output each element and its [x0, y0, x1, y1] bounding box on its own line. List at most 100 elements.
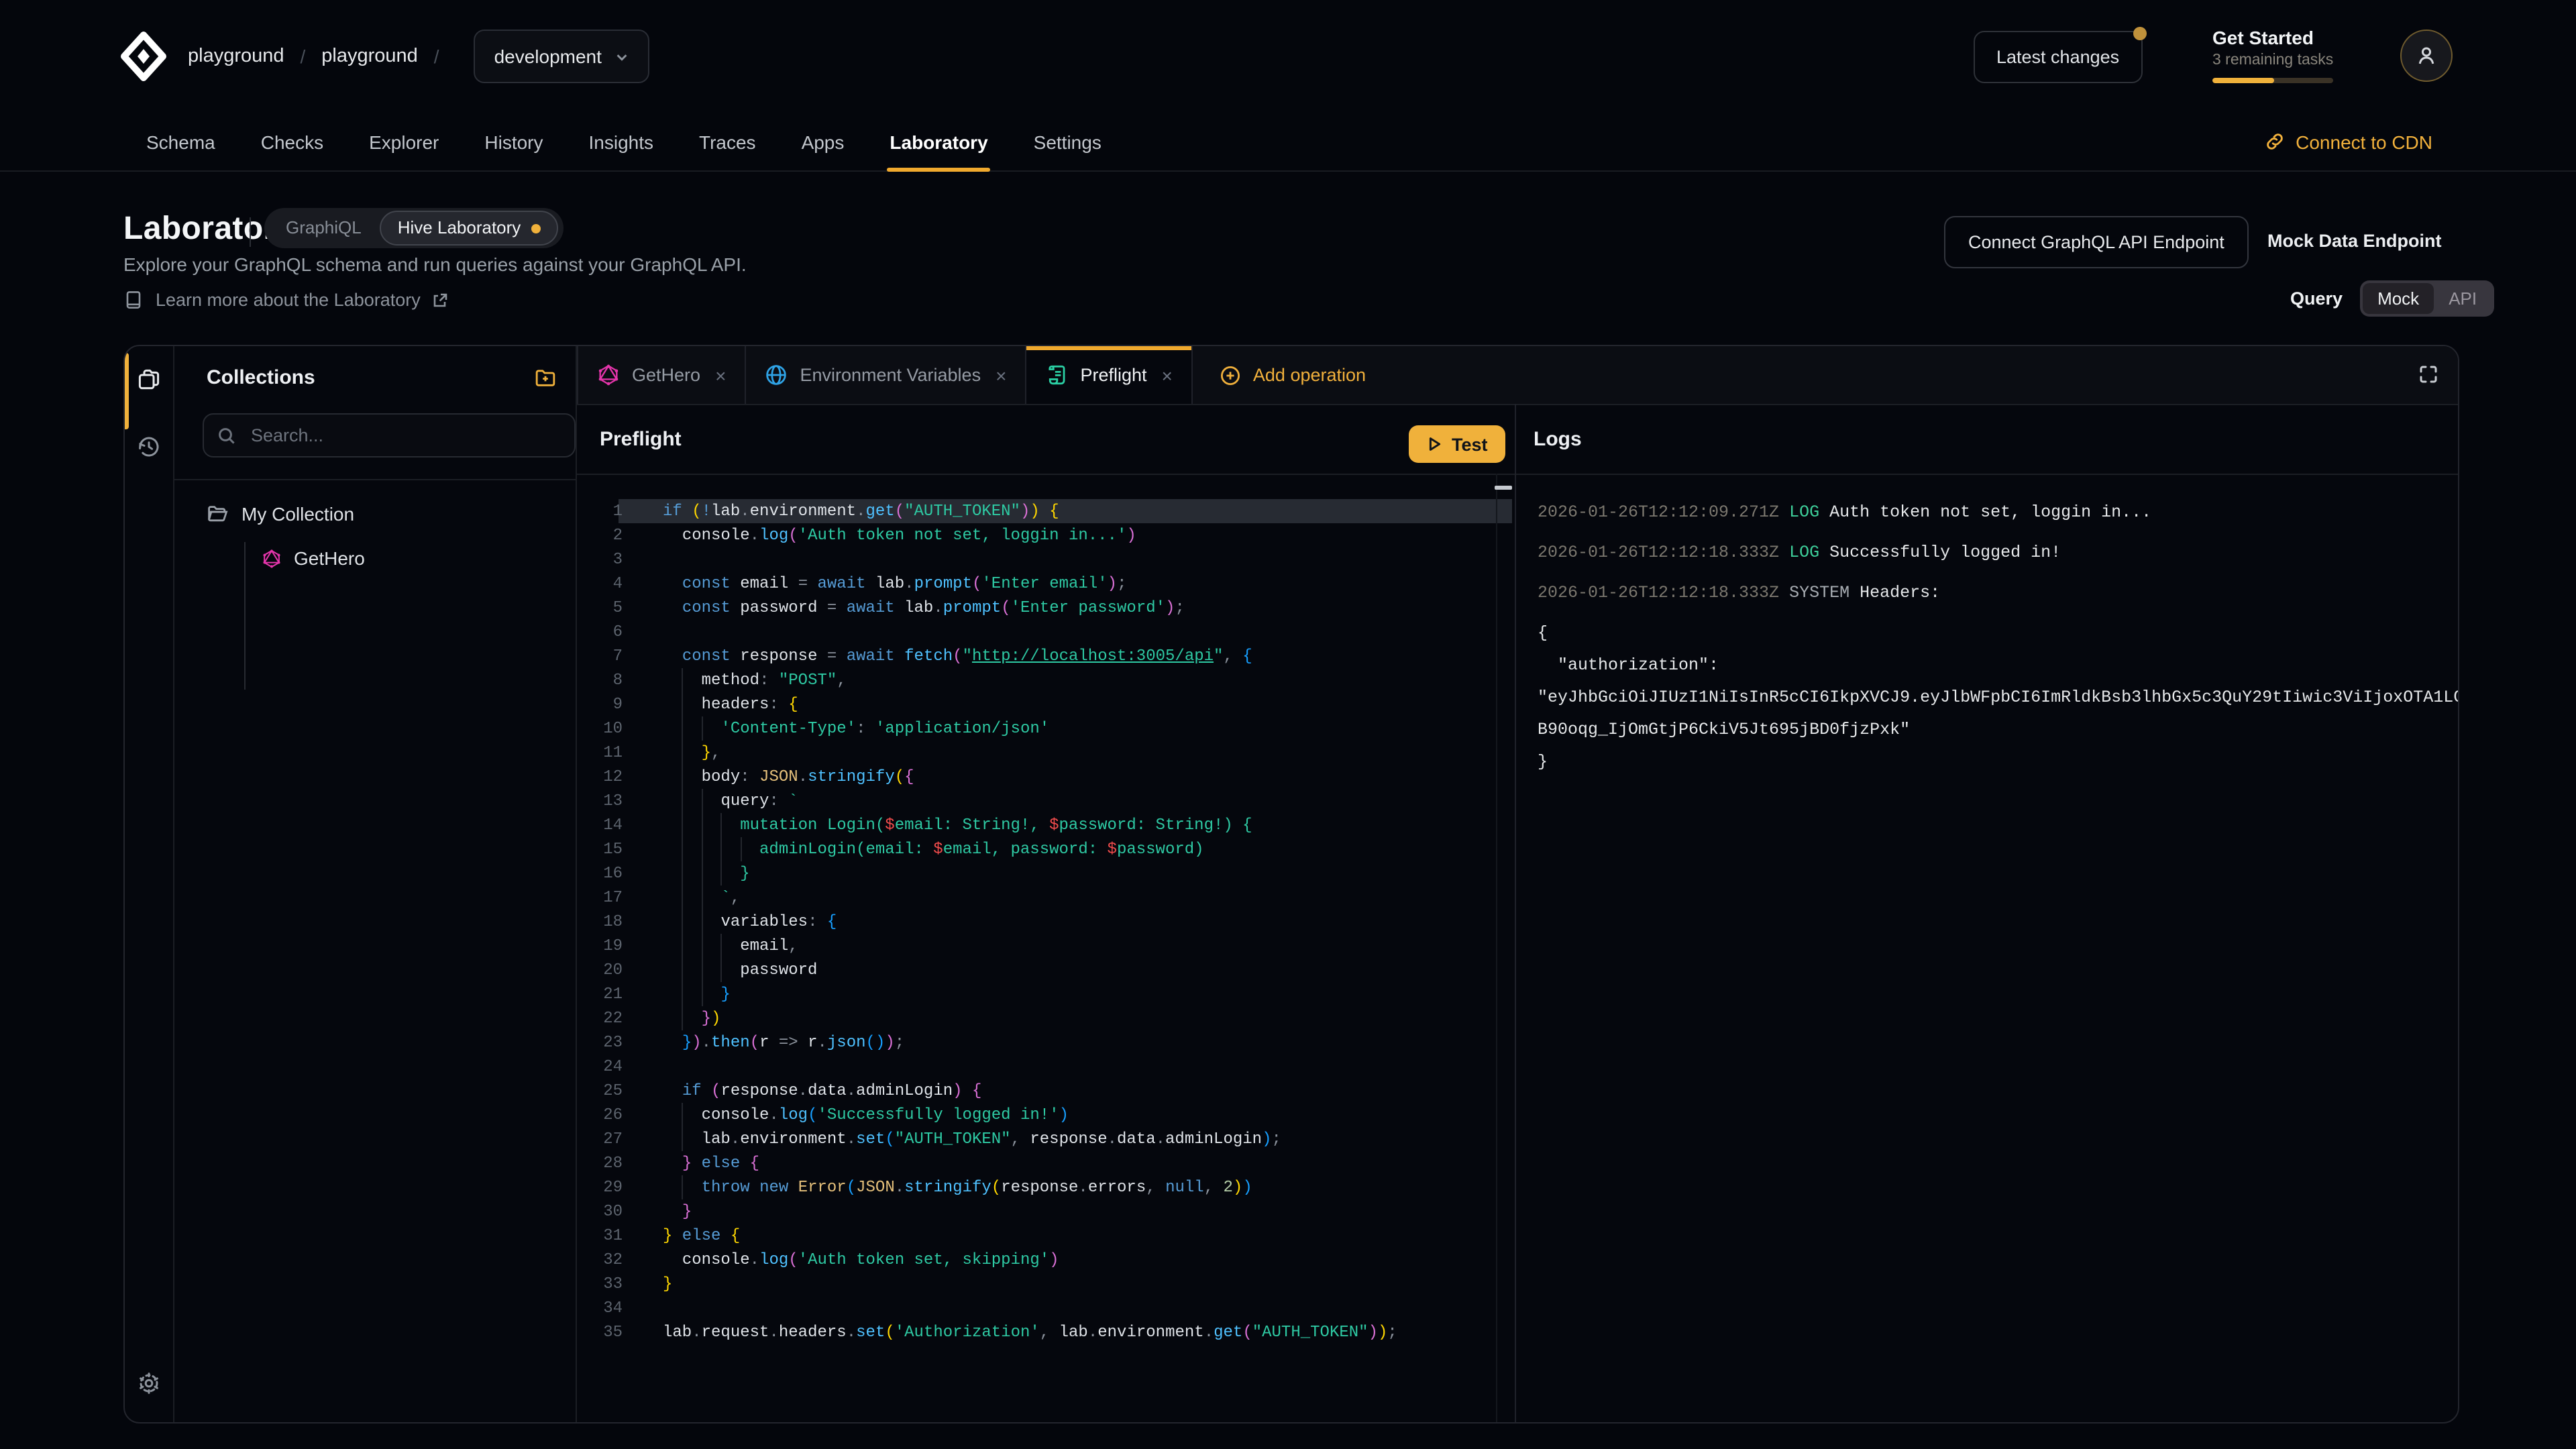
- indent-guide: [682, 716, 684, 741]
- code-line[interactable]: 1if (!lab.environment.get("AUTH_TOKEN"))…: [577, 499, 1515, 523]
- indent-guide: [720, 934, 722, 958]
- tab-preflight[interactable]: Preflight×: [1026, 346, 1192, 404]
- collection-folder-my-collection[interactable]: My Collection: [207, 503, 354, 525]
- endpoint-option-api[interactable]: API: [2434, 283, 2491, 314]
- code-line[interactable]: 34: [577, 1296, 1515, 1320]
- latest-changes-button[interactable]: Latest changes: [1974, 31, 2142, 83]
- close-icon[interactable]: ×: [996, 364, 1006, 386]
- code-line[interactable]: 3: [577, 547, 1515, 572]
- code-line[interactable]: 15 adminLogin(email: $email, password: $…: [577, 837, 1515, 861]
- add-operation-button[interactable]: Add operation: [1193, 346, 1393, 404]
- code-line[interactable]: 13 query: `: [577, 789, 1515, 813]
- line-number: 18: [577, 910, 623, 934]
- code-line[interactable]: 21 }: [577, 982, 1515, 1006]
- nav-item-explorer[interactable]: Explorer: [346, 113, 462, 170]
- code-line[interactable]: 26 console.log('Successfully logged in!'…: [577, 1103, 1515, 1127]
- nav-item-checks[interactable]: Checks: [238, 113, 346, 170]
- nav-item-insights[interactable]: Insights: [566, 113, 677, 170]
- history-rail-button[interactable]: [134, 432, 164, 462]
- line-number: 4: [577, 572, 623, 596]
- mock-endpoint-button[interactable]: Mock Data Endpoint: [2267, 216, 2442, 266]
- line-content: }: [623, 982, 731, 1006]
- fullscreen-icon[interactable]: [2418, 364, 2439, 385]
- breadcrumb-org[interactable]: playground: [188, 46, 284, 67]
- code-line[interactable]: 25 if (response.data.adminLogin) {: [577, 1079, 1515, 1103]
- code-line[interactable]: 23 }).then(r => r.json());: [577, 1030, 1515, 1055]
- code-line[interactable]: 6: [577, 620, 1515, 644]
- tab-gethero[interactable]: GetHero×: [577, 346, 746, 404]
- collections-search[interactable]: [203, 413, 576, 458]
- nav-item-traces[interactable]: Traces: [676, 113, 779, 170]
- connect-to-cdn-link[interactable]: Connect to CDN: [2265, 113, 2432, 170]
- connect-endpoint-button[interactable]: Connect GraphQL API Endpoint: [1944, 216, 2249, 268]
- code-line[interactable]: 30 }: [577, 1199, 1515, 1224]
- code-line[interactable]: 22 }): [577, 1006, 1515, 1030]
- close-icon[interactable]: ×: [1162, 364, 1173, 386]
- get-started-widget[interactable]: Get Started 3 remaining tasks: [2212, 27, 2336, 83]
- code-line[interactable]: 8 method: "POST",: [577, 668, 1515, 692]
- endpoint-option-mock[interactable]: Mock: [2363, 283, 2434, 314]
- indent-guide: [740, 837, 741, 861]
- code-line[interactable]: 35lab.request.headers.set('Authorization…: [577, 1320, 1515, 1344]
- code-line[interactable]: 2 console.log('Auth token not set, loggi…: [577, 523, 1515, 547]
- code-line[interactable]: 20 password: [577, 958, 1515, 982]
- latest-changes-label: Latest changes: [1996, 47, 2119, 67]
- code-line[interactable]: 33}: [577, 1272, 1515, 1296]
- preflight-code-editor[interactable]: 1if (!lab.environment.get("AUTH_TOKEN"))…: [577, 474, 1515, 1422]
- code-line[interactable]: 29 throw new Error(JSON.stringify(respon…: [577, 1175, 1515, 1199]
- code-line[interactable]: 17 `,: [577, 885, 1515, 910]
- mode-option-graphiql[interactable]: GraphiQL: [270, 212, 378, 244]
- line-number: 2: [577, 523, 623, 547]
- code-line[interactable]: 18 variables: {: [577, 910, 1515, 934]
- tab-environment-variables[interactable]: Environment Variables×: [746, 346, 1026, 404]
- collection-operation-gethero[interactable]: GetHero: [262, 547, 365, 569]
- close-icon[interactable]: ×: [715, 364, 726, 386]
- mode-option-label: Hive Laboratory: [398, 212, 521, 244]
- search-input[interactable]: [248, 424, 561, 447]
- nav-item-apps[interactable]: Apps: [779, 113, 867, 170]
- test-button[interactable]: Test: [1409, 425, 1505, 463]
- editor-mode-toggle: GraphiQL Hive Laboratory: [264, 208, 564, 248]
- code-line[interactable]: 32 console.log('Auth token set, skipping…: [577, 1248, 1515, 1272]
- code-line[interactable]: 28 } else {: [577, 1151, 1515, 1175]
- line-number: 19: [577, 934, 623, 958]
- nav-item-schema[interactable]: Schema: [123, 113, 238, 170]
- line-content: [623, 620, 663, 644]
- new-collection-folder-icon[interactable]: [534, 366, 557, 389]
- code-line[interactable]: 14 mutation Login($email: String!, $pass…: [577, 813, 1515, 837]
- target-selector[interactable]: development: [474, 30, 650, 83]
- hive-logo-icon[interactable]: [118, 31, 169, 82]
- settings-gear-icon[interactable]: [134, 1368, 164, 1398]
- code-line[interactable]: 19 email,: [577, 934, 1515, 958]
- code-line[interactable]: 24: [577, 1055, 1515, 1079]
- code-line[interactable]: 9 headers: {: [577, 692, 1515, 716]
- line-content: [623, 1055, 663, 1079]
- line-number: 20: [577, 958, 623, 982]
- indent-guide: [682, 765, 684, 789]
- code-line[interactable]: 11 },: [577, 741, 1515, 765]
- tabs: GetHero×Environment Variables×Preflight×: [577, 346, 1193, 404]
- code-line[interactable]: 12 body: JSON.stringify({: [577, 765, 1515, 789]
- code-line[interactable]: 7 const response = await fetch("http://l…: [577, 644, 1515, 668]
- line-content: if (response.data.adminLogin) {: [623, 1079, 981, 1103]
- nav-item-history[interactable]: History: [462, 113, 566, 170]
- collections-rail-button[interactable]: [134, 365, 164, 394]
- line-content: 'Content-Type': 'application/json': [623, 716, 1049, 741]
- code-line[interactable]: 16 }: [577, 861, 1515, 885]
- nav-item-laboratory[interactable]: Laboratory: [867, 113, 1010, 170]
- indent-guide: [720, 813, 722, 837]
- line-content: lab.environment.set("AUTH_TOKEN", respon…: [623, 1127, 1281, 1151]
- code-line[interactable]: 4 const email = await lab.prompt('Enter …: [577, 572, 1515, 596]
- code-line[interactable]: 31} else {: [577, 1224, 1515, 1248]
- minimap-slider[interactable]: [1495, 486, 1512, 490]
- code-line[interactable]: 5 const password = await lab.prompt('Ent…: [577, 596, 1515, 620]
- nav-item-settings[interactable]: Settings: [1011, 113, 1124, 170]
- code-line[interactable]: 10 'Content-Type': 'application/json': [577, 716, 1515, 741]
- user-avatar[interactable]: [2400, 30, 2453, 82]
- learn-more-link[interactable]: Learn more about the Laboratory: [123, 290, 449, 310]
- endpoint-segmented-control: MockAPI: [2360, 280, 2494, 317]
- learn-more-label: Learn more about the Laboratory: [156, 290, 421, 310]
- mode-option-hive-laboratory[interactable]: Hive Laboratory: [380, 211, 559, 246]
- breadcrumb-project[interactable]: playground: [321, 46, 418, 67]
- code-line[interactable]: 27 lab.environment.set("AUTH_TOKEN", res…: [577, 1127, 1515, 1151]
